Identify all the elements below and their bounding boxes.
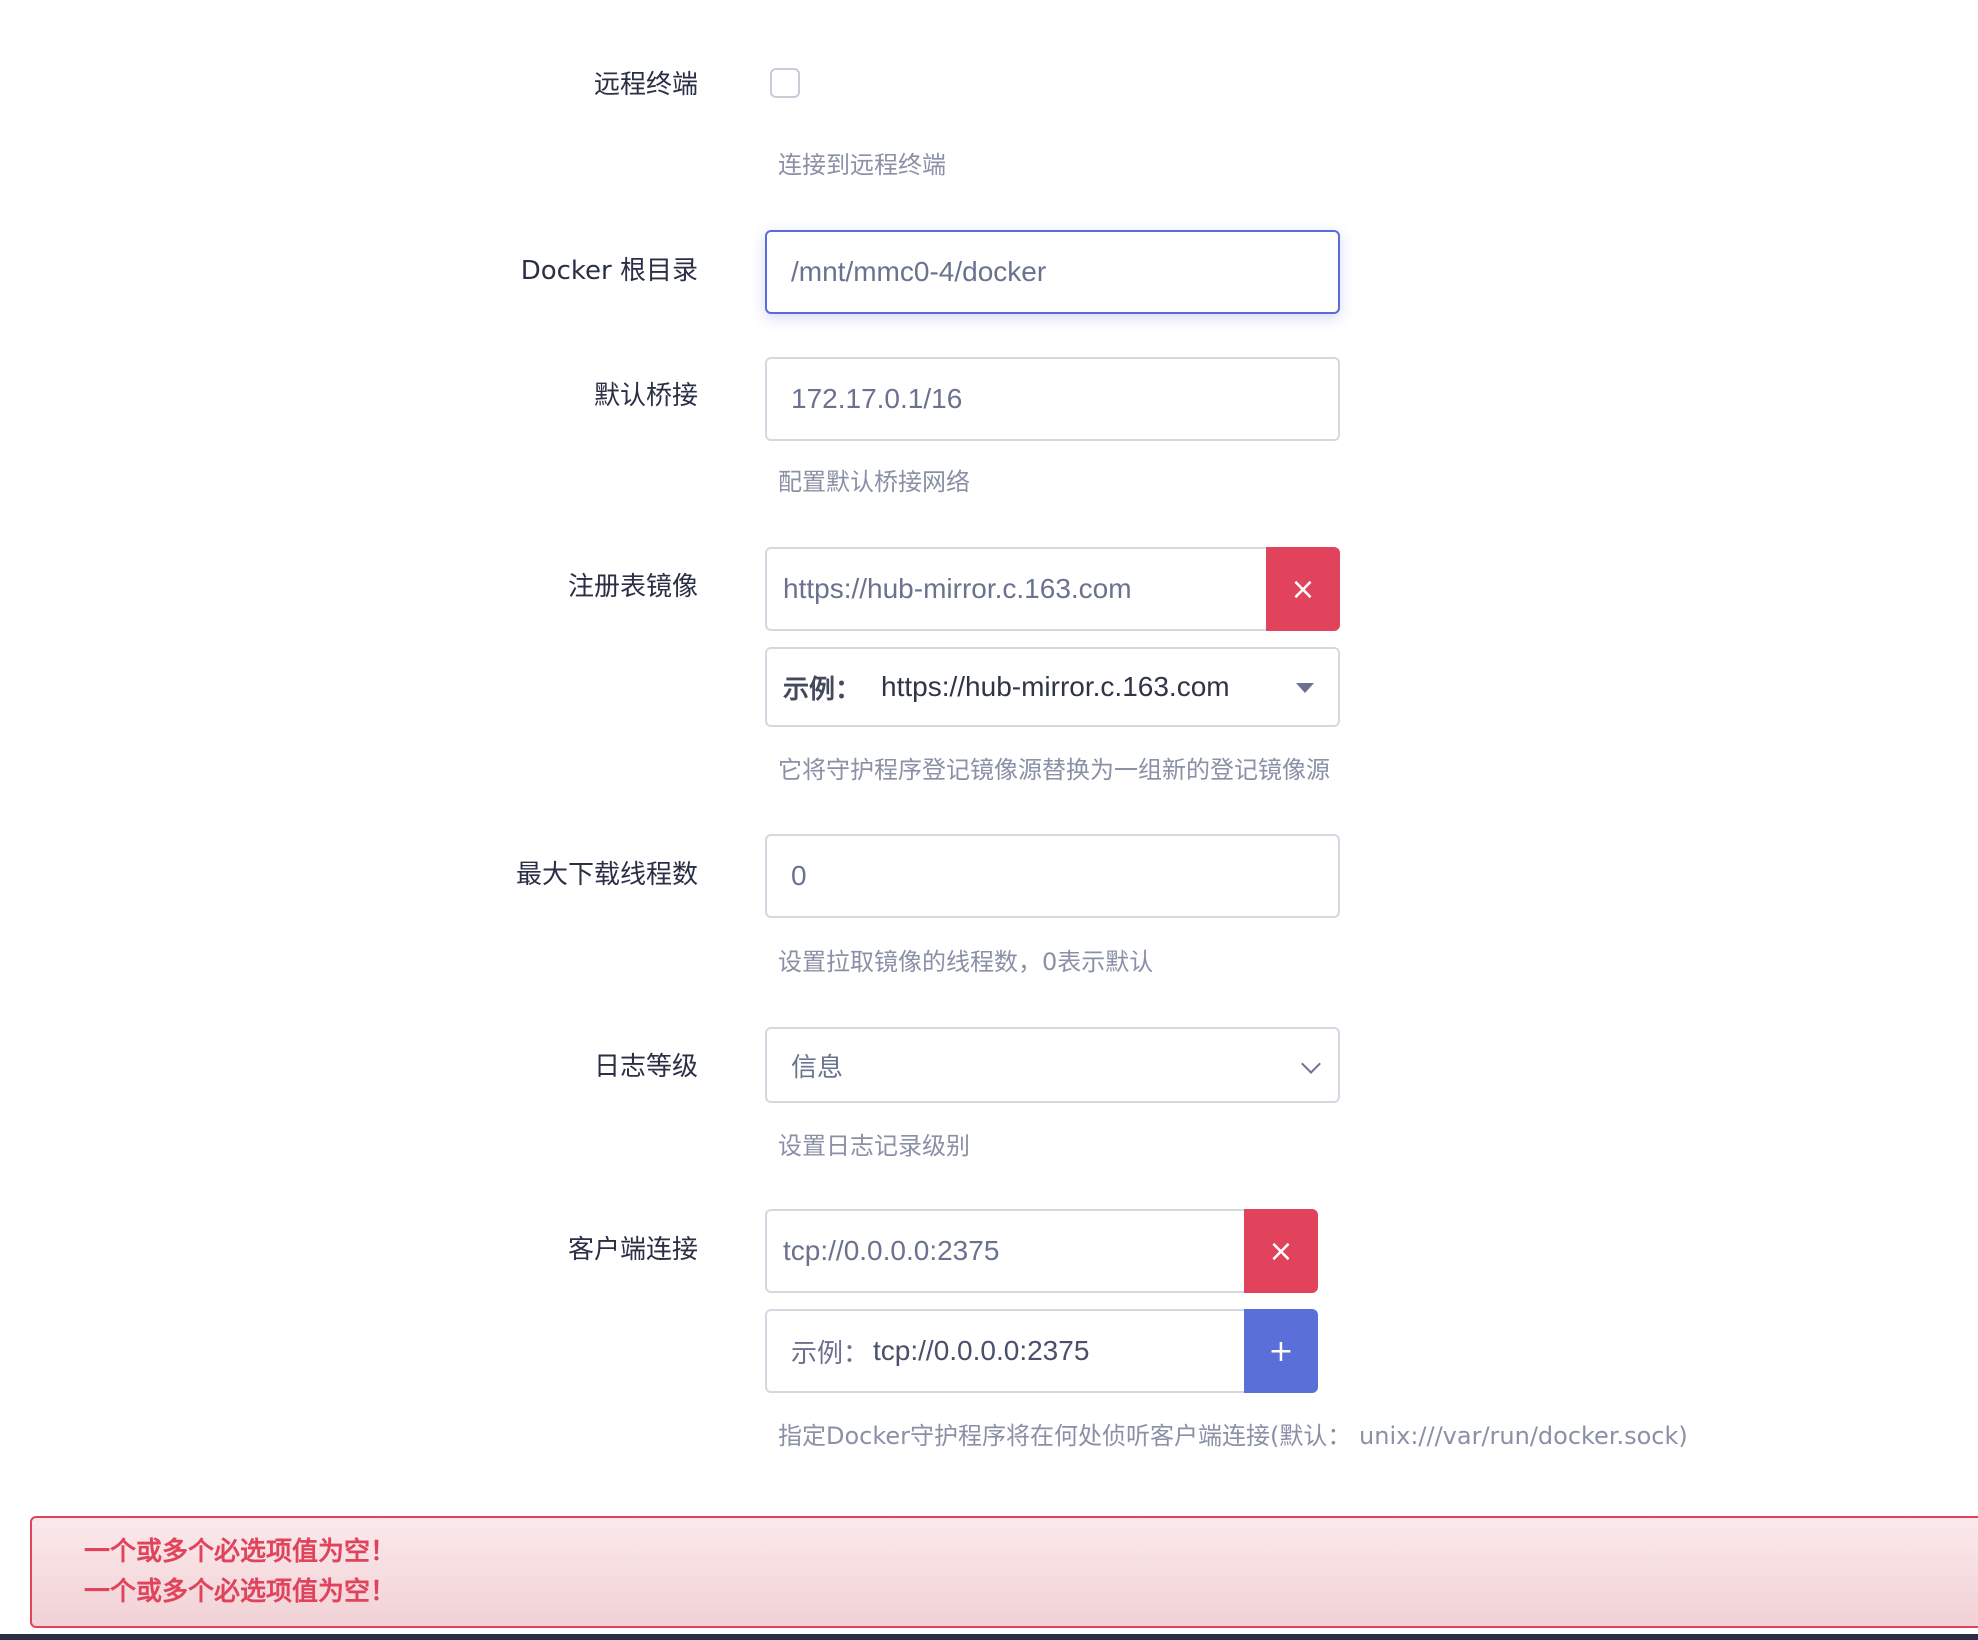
client-connection-value: tcp://0.0.0.0:2375: [783, 1235, 1000, 1266]
client-connection-description: 指定Docker守护程序将在何处侦听客户端连接(默认： unix:///var/…: [778, 1422, 1688, 1450]
default-bridge-input[interactable]: 172.17.0.1/16: [765, 357, 1340, 441]
registry-mirror-example-prefix: 示例：: [783, 674, 862, 705]
default-bridge-label: 默认桥接: [593, 381, 698, 411]
client-connection-remove-button[interactable]: ×: [1244, 1209, 1318, 1293]
client-connection-label: 客户端连接: [567, 1235, 698, 1265]
registry-mirror-remove-button[interactable]: ×: [1266, 547, 1340, 631]
bottom-bar: [0, 1634, 1978, 1640]
default-bridge-value: 172.17.0.1/16: [791, 383, 963, 414]
caret-down-icon: [1296, 683, 1314, 693]
error-alert: 一个或多个必选项值为空！ 一个或多个必选项值为空！: [30, 1516, 1978, 1628]
docker-root-label: Docker 根目录: [520, 256, 698, 286]
log-level-selected-value: 信息: [791, 1052, 844, 1083]
max-threads-input[interactable]: 0: [765, 834, 1340, 918]
client-connection-input-group: tcp://0.0.0.0:2375 ×: [765, 1209, 1318, 1293]
max-threads-label: 最大下载线程数: [515, 860, 698, 890]
max-threads-value: 0: [791, 860, 807, 891]
close-icon: ×: [1290, 571, 1316, 607]
registry-mirror-input[interactable]: https://hub-mirror.c.163.com: [765, 547, 1266, 631]
client-connection-placeholder-value: tcp://0.0.0.0:2375: [873, 1335, 1090, 1366]
registry-mirror-example-select[interactable]: 示例： https://hub-mirror.c.163.com: [765, 647, 1340, 727]
docker-root-input[interactable]: /mnt/mmc0-4/docker: [765, 230, 1340, 314]
registry-mirror-input-group: https://hub-mirror.c.163.com ×: [765, 547, 1340, 631]
plus-icon: +: [1268, 1333, 1294, 1369]
client-connection-placeholder-prefix: 示例：: [791, 1338, 870, 1369]
registry-mirror-example-value: https://hub-mirror.c.163.com: [881, 671, 1230, 702]
registry-mirror-value: https://hub-mirror.c.163.com: [783, 573, 1132, 604]
docker-root-value: /mnt/mmc0-4/docker: [791, 256, 1047, 287]
remote-terminal-checkbox[interactable]: [770, 68, 800, 98]
alert-message: 一个或多个必选项值为空！: [84, 1537, 397, 1567]
default-bridge-description: 配置默认桥接网络: [778, 468, 970, 496]
client-connection-new-group: 示例： tcp://0.0.0.0:2375 +: [765, 1309, 1318, 1393]
client-connection-input[interactable]: tcp://0.0.0.0:2375: [765, 1209, 1244, 1293]
chevron-down-icon: [1301, 1054, 1321, 1074]
max-threads-description: 设置拉取镜像的线程数，0表示默认: [778, 948, 1154, 976]
log-level-select[interactable]: 信息: [765, 1027, 1340, 1103]
alert-message: 一个或多个必选项值为空！: [84, 1577, 397, 1607]
close-icon: ×: [1268, 1233, 1294, 1269]
remote-terminal-label: 远程终端: [593, 70, 698, 100]
registry-mirror-description: 它将守护程序登记镜像源替换为一组新的登记镜像源: [778, 756, 1330, 784]
registry-mirror-label: 注册表镜像: [567, 572, 698, 602]
client-connection-add-button[interactable]: +: [1244, 1309, 1318, 1393]
log-level-description: 设置日志记录级别: [778, 1132, 970, 1160]
client-connection-new-input[interactable]: 示例： tcp://0.0.0.0:2375: [765, 1309, 1244, 1393]
log-level-label: 日志等级: [593, 1052, 698, 1082]
remote-terminal-description: 连接到远程终端: [778, 151, 946, 179]
